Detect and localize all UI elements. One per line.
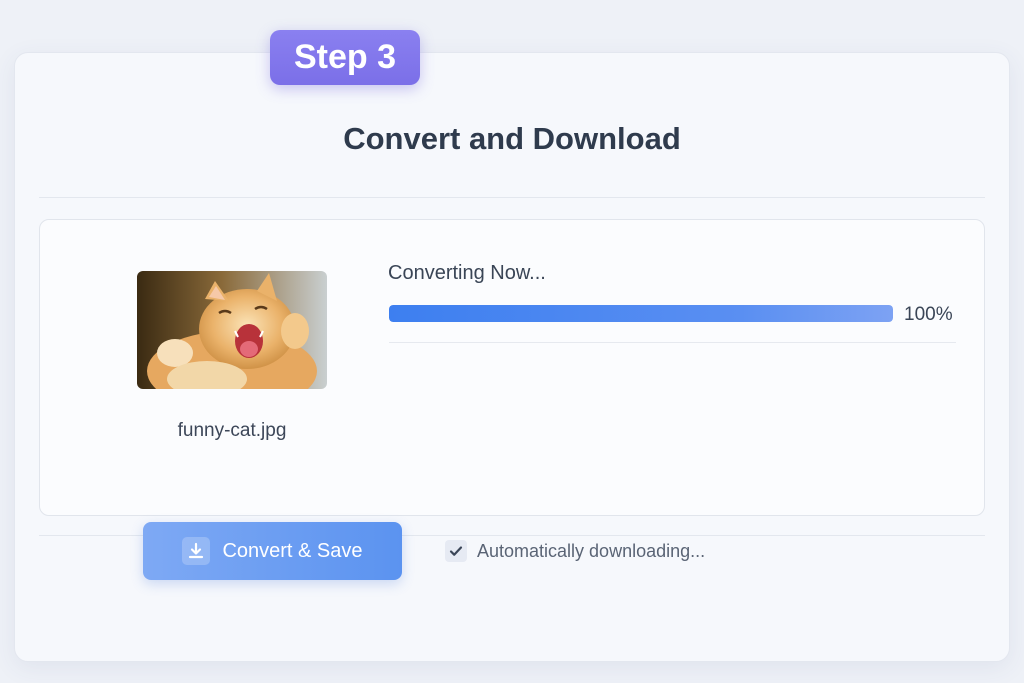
file-name: funny-cat.jpg [177, 420, 287, 441]
conversion-panel: funny-cat.jpg Converting Now... 100% [39, 219, 985, 516]
cat-photo-image [137, 271, 327, 389]
auto-download-checkbox[interactable] [445, 540, 467, 562]
auto-download-label: Automatically downloading... [477, 540, 706, 561]
progress-percent: 100% [904, 304, 953, 325]
progress-bar-fill [389, 305, 893, 322]
progress-bar [389, 305, 893, 322]
page-title: Convert and Download [343, 121, 681, 156]
file-thumbnail [137, 271, 327, 389]
divider [389, 342, 956, 343]
auto-download-option[interactable]: Automatically downloading... [445, 540, 705, 562]
conversion-status: Converting Now... [388, 262, 546, 284]
convert-save-button[interactable]: Convert & Save [143, 522, 402, 580]
check-icon [449, 546, 463, 556]
download-icon [182, 537, 211, 565]
divider [39, 197, 985, 198]
step-badge: Step 3 [270, 30, 420, 85]
convert-save-label: Convert & Save [222, 539, 363, 562]
